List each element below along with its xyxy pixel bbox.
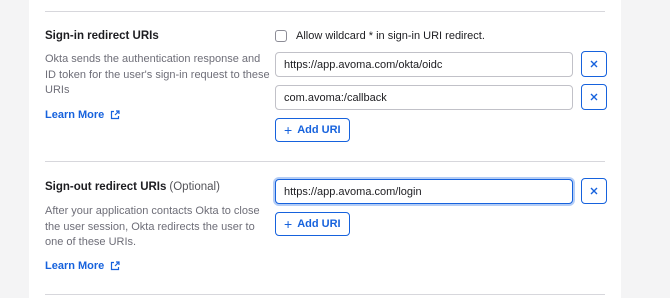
close-icon [590,187,598,195]
remove-signin-uri-button[interactable] [581,51,607,77]
remove-signout-uri-button[interactable] [581,178,607,204]
signin-uri-value: https://app.avoma.com/okta/oidc [284,58,443,71]
external-link-icon [111,110,120,120]
wildcard-checkbox-row[interactable]: Allow wildcard * in sign-in URI redirect… [275,30,485,42]
signout-section-title: Sign-out redirect URIs (Optional) [45,181,220,193]
close-icon [590,93,598,101]
signout-title-text: Sign-out redirect URIs [45,181,167,193]
signout-description: After your application contacts Okta to … [45,205,260,248]
signout-uri-input[interactable]: https://app.avoma.com/login [275,179,573,204]
divider-bottom [45,294,605,295]
plus-icon: + [284,216,293,232]
signin-description: Okta sends the authentication response a… [45,53,270,96]
signin-learn-more-label: Learn More [45,109,105,121]
signout-add-uri-button[interactable]: + Add URI [275,212,350,236]
signout-learn-more-label: Learn More [45,260,105,272]
remove-signin-uri-button[interactable] [581,84,607,110]
signout-add-uri-label: Add URI [297,218,341,230]
close-icon [590,60,598,68]
signout-uri-value: https://app.avoma.com/login [284,185,422,198]
signin-uri-input[interactable]: com.avoma:/callback [275,85,573,110]
signin-add-uri-button[interactable]: + Add URI [275,118,350,142]
optional-tag: (Optional) [169,181,220,193]
divider-middle [45,161,605,162]
redirect-uris-card: Sign-in redirect URIs Okta sends the aut… [29,0,621,298]
signin-uri-input[interactable]: https://app.avoma.com/okta/oidc [275,52,573,77]
signout-learn-more-link[interactable]: Learn More [45,260,120,272]
divider-top [45,11,605,12]
signin-uri-value: com.avoma:/callback [284,91,387,104]
wildcard-label: Allow wildcard * in sign-in URI redirect… [296,30,485,42]
plus-icon: + [284,122,293,138]
wildcard-checkbox[interactable] [275,30,287,42]
signin-learn-more-link[interactable]: Learn More [45,109,120,121]
external-link-icon [111,261,120,271]
signin-title-text: Sign-in redirect URIs [45,30,159,42]
signin-add-uri-label: Add URI [297,124,341,136]
signin-section-title: Sign-in redirect URIs [45,30,159,42]
